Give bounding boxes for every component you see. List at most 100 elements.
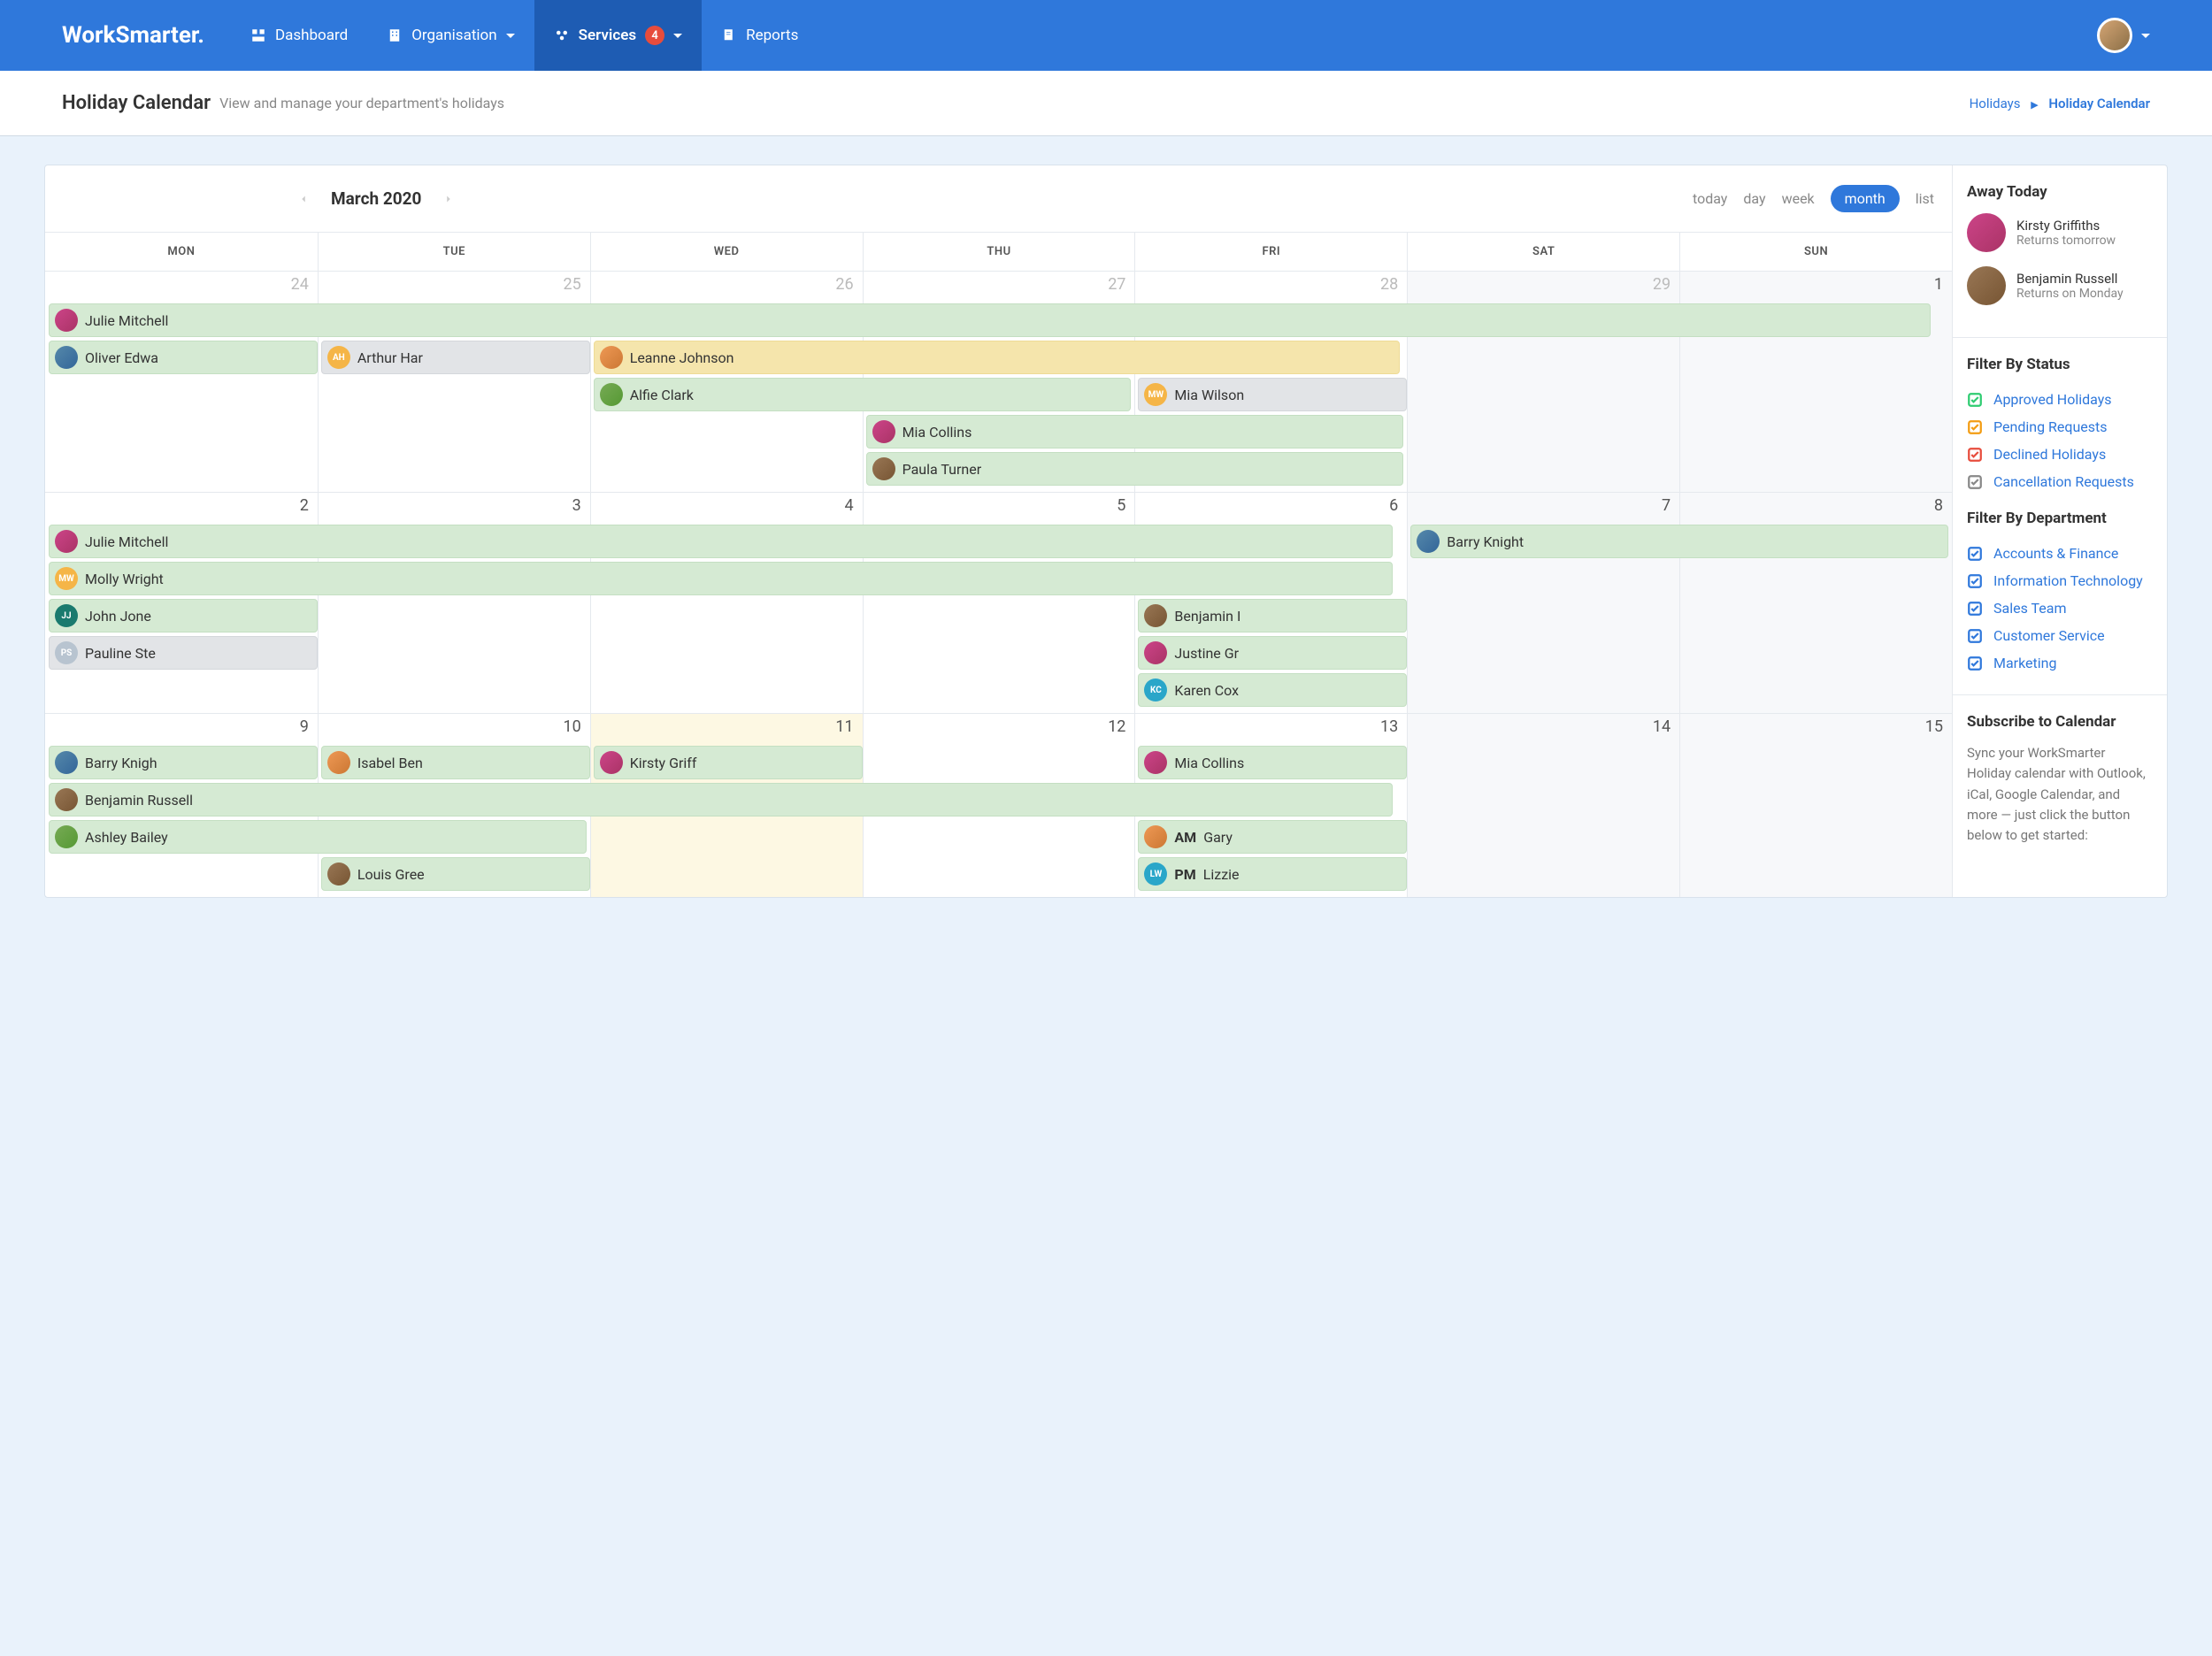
holiday-event[interactable]: Kirsty Griff (594, 746, 863, 779)
filter-dept-item[interactable]: Sales Team (1967, 594, 2153, 622)
event-name: Louis Gree (357, 866, 425, 883)
nav-reports[interactable]: Reports (702, 0, 818, 71)
next-month-icon[interactable] (442, 193, 455, 205)
breadcrumb: Holidays ▶ Holiday Calendar (1970, 96, 2150, 111)
holiday-event[interactable]: MW Mia Wilson (1138, 378, 1407, 411)
dow-cell: SUN (1679, 233, 1952, 271)
services-badge: 4 (645, 26, 664, 45)
event-avatar (600, 383, 623, 406)
away-sub: Returns tomorrow (2016, 234, 2116, 248)
filter-dept-item[interactable]: Marketing (1967, 649, 2153, 677)
holiday-event[interactable]: JJ John Jone (49, 599, 318, 632)
event-avatar (327, 751, 350, 774)
away-today-section: Away Today Kirsty GriffithsReturns tomor… (1953, 165, 2167, 338)
dow-cell: TUE (318, 233, 590, 271)
checkbox-icon (1967, 628, 1983, 644)
filter-dept-item[interactable]: Information Technology (1967, 567, 2153, 594)
main-nav: Dashboard Organisation Services 4 Report… (231, 0, 818, 71)
filter-label: Sales Team (1993, 600, 2066, 617)
away-avatar (1967, 266, 2006, 305)
event-avatar: MW (55, 567, 78, 590)
chevron-down-icon (2141, 34, 2150, 38)
event-name: Lizzie (1203, 866, 1240, 883)
holiday-event[interactable]: Barry Knigh (49, 746, 318, 779)
view-month[interactable]: month (1831, 185, 1900, 212)
dow-cell: WED (590, 233, 863, 271)
checkbox-icon (1967, 573, 1983, 589)
page-subtitle: View and manage your department's holida… (219, 95, 504, 111)
subscribe-title: Subscribe to Calendar (1967, 713, 2153, 731)
dow-cell: FRI (1134, 233, 1407, 271)
filter-dept-item[interactable]: Customer Service (1967, 622, 2153, 649)
filter-label: Approved Holidays (1993, 391, 2112, 408)
view-list[interactable]: list (1916, 190, 1934, 207)
filter-label: Accounts & Finance (1993, 545, 2118, 562)
checkbox-icon (1967, 656, 1983, 671)
event-avatar (55, 751, 78, 774)
holiday-event[interactable]: AM Gary (1138, 820, 1407, 854)
breadcrumb-link[interactable]: Holidays (1970, 96, 2021, 111)
filter-status-item[interactable]: Cancellation Requests (1967, 468, 2153, 495)
calendar-view-switch: today day week month list (1693, 185, 1934, 212)
event-name: Paula Turner (902, 461, 982, 478)
calendar-month-nav: March 2020 (297, 188, 455, 209)
event-avatar: LW (1144, 862, 1167, 886)
holiday-event[interactable]: Justine Gr (1138, 636, 1407, 670)
away-item[interactable]: Benjamin RussellReturns on Monday (1967, 266, 2153, 305)
filter-status-title: Filter By Status (1967, 356, 2153, 373)
filter-status-section: Filter By Status Approved Holidays Pendin… (1953, 338, 2167, 501)
view-today[interactable]: today (1693, 190, 1727, 207)
nav-organisation[interactable]: Organisation (367, 0, 534, 71)
filter-status-item[interactable]: Declined Holidays (1967, 441, 2153, 468)
holiday-event[interactable]: Benjamin I (1138, 599, 1407, 632)
holiday-event[interactable]: AH Arthur Har (321, 341, 590, 374)
checkbox-icon (1967, 546, 1983, 562)
chevron-right-icon: ▶ (2031, 99, 2038, 111)
away-sub: Returns on Monday (2016, 287, 2124, 301)
nav-dashboard-label: Dashboard (275, 27, 348, 44)
filter-dept-section: Filter By Department Accounts & FinanceI… (1953, 501, 2167, 695)
away-item[interactable]: Kirsty GriffithsReturns tomorrow (1967, 213, 2153, 252)
event-avatar (55, 346, 78, 369)
holiday-event[interactable]: LWPM Lizzie (1138, 857, 1407, 891)
away-name: Benjamin Russell (2016, 271, 2124, 287)
event-name: Mia Collins (902, 424, 972, 441)
nav-dashboard[interactable]: Dashboard (231, 0, 367, 71)
holiday-event[interactable]: KC Karen Cox (1138, 673, 1407, 707)
view-week[interactable]: week (1782, 190, 1815, 207)
user-avatar (2097, 18, 2132, 53)
holiday-event[interactable]: Isabel Ben (321, 746, 590, 779)
nav-organisation-label: Organisation (411, 27, 496, 44)
calendar-week: 9101112131415 Barry Knigh Isabel Ben Kir… (45, 713, 1952, 897)
filter-status-item[interactable]: Approved Holidays (1967, 386, 2153, 413)
holiday-event[interactable]: Oliver Edwa (49, 341, 318, 374)
event-time-prefix: AM (1174, 829, 1196, 846)
nav-reports-label: Reports (746, 27, 798, 44)
subscribe-desc: Sync your WorkSmarter Holiday calendar w… (1967, 743, 2153, 846)
filter-status-item[interactable]: Pending Requests (1967, 413, 2153, 441)
event-avatar (872, 420, 895, 443)
checkbox-icon (1967, 419, 1983, 435)
calendar-dow-row: MONTUEWEDTHUFRISATSUN (45, 232, 1952, 271)
sidebar: Away Today Kirsty GriffithsReturns tomor… (1952, 165, 2167, 897)
event-avatar: JJ (55, 604, 78, 627)
holiday-event[interactable]: Mia Collins (1138, 746, 1407, 779)
view-day[interactable]: day (1743, 190, 1765, 207)
prev-month-icon[interactable] (297, 193, 310, 205)
holiday-event[interactable]: Louis Gree (321, 857, 590, 891)
filter-label: Customer Service (1993, 627, 2105, 644)
calendar-weeks: 2425262728291 Julie Mitchell Oliver Edwa… (45, 271, 1952, 897)
user-menu[interactable] (2097, 18, 2150, 53)
filter-label: Marketing (1993, 655, 2056, 671)
filter-dept-item[interactable]: Accounts & Finance (1967, 540, 2153, 567)
nav-services[interactable]: Services 4 (534, 0, 702, 71)
filter-label: Information Technology (1993, 572, 2143, 589)
holiday-event[interactable]: PS Pauline Ste (49, 636, 318, 670)
event-name: Julie Mitchell (85, 533, 168, 550)
event-name: Kirsty Griff (630, 755, 697, 771)
event-name: Leanne Johnson (630, 349, 734, 366)
checkbox-icon (1967, 474, 1983, 490)
event-avatar (55, 309, 78, 332)
dow-cell: MON (45, 233, 318, 271)
page-title: Holiday Calendar (62, 92, 211, 114)
